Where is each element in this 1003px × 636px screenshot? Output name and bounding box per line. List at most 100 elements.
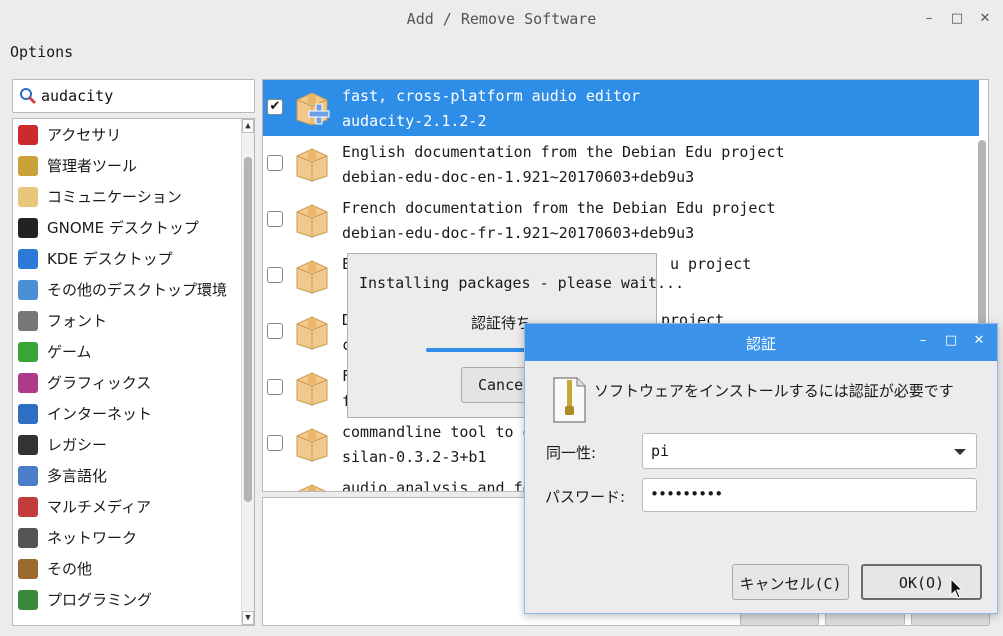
package-icon	[293, 368, 331, 406]
category-label: 多言語化	[47, 467, 108, 485]
cancel-button[interactable]: キャンセル(C)	[732, 564, 849, 600]
package-row[interactable]: ✔ fast, cross-platform audio editor audaci…	[263, 80, 979, 136]
category-scrollbar[interactable]: ▲ ▼	[241, 119, 254, 625]
category-item[interactable]: レガシー	[13, 429, 254, 460]
category-item[interactable]: ネットワーク	[13, 522, 254, 553]
category-item[interactable]: 管理者ツール	[13, 150, 254, 181]
category-label: マルチメディア	[47, 498, 151, 516]
category-label: 管理者ツール	[47, 157, 138, 175]
category-label: その他	[47, 560, 93, 578]
archive-icon	[552, 376, 587, 424]
category-item[interactable]: 多言語化	[13, 460, 254, 491]
package-checkbox[interactable]	[267, 323, 283, 339]
font-icon	[18, 310, 38, 331]
package-icon	[293, 256, 331, 294]
category-item[interactable]: その他のデスクトップ環境	[13, 274, 254, 305]
category-item[interactable]: マルチメディア	[13, 491, 254, 522]
internet-icon	[18, 403, 38, 424]
package-checkbox[interactable]	[267, 267, 283, 283]
mouse-cursor-icon	[950, 578, 964, 599]
window-titlebar: Add / Remove Software – □ ✕	[0, 0, 1003, 38]
search-input[interactable]	[41, 87, 241, 105]
close-button[interactable]: ✕	[971, 333, 987, 348]
category-item[interactable]: グラフィックス	[13, 367, 254, 398]
search-box[interactable]	[12, 79, 255, 113]
legacy-icon	[18, 434, 38, 455]
category-label: レガシー	[47, 436, 108, 454]
menu-options[interactable]: Options	[10, 43, 73, 61]
scroll-thumb[interactable]	[244, 157, 252, 502]
category-label: KDE デスクトップ	[47, 250, 173, 268]
identity-label: 同一性:	[546, 444, 597, 462]
category-label: コミュニケーション	[47, 188, 182, 206]
category-item[interactable]: コミュニケーション	[13, 181, 254, 212]
games-icon	[18, 341, 38, 362]
progress-status: 認証待ち	[471, 314, 532, 332]
password-field[interactable]: •••••••••	[642, 478, 977, 512]
package-id: debian-edu-doc-en-1.921~20170603+deb9u3	[342, 168, 695, 186]
category-item[interactable]: フォント	[13, 305, 254, 336]
localization-icon	[18, 465, 38, 486]
package-checkbox[interactable]	[267, 211, 283, 227]
package-summary: audio analysis and feat	[342, 479, 550, 492]
network-icon	[18, 527, 38, 548]
package-icon	[293, 480, 331, 491]
category-label: グラフィックス	[47, 374, 152, 392]
package-icon	[293, 144, 331, 182]
category-label: インターネット	[47, 405, 153, 423]
communication-icon	[18, 186, 38, 207]
package-checkbox[interactable]	[267, 435, 283, 451]
category-item[interactable]: KDE デスクトップ	[13, 243, 254, 274]
category-item[interactable]: プログラミング	[13, 584, 254, 615]
package-checkbox[interactable]	[267, 155, 283, 171]
category-list: アクセサリ管理者ツールコミュニケーション GNOME デスクトップ KDE デスクト…	[12, 118, 255, 626]
minimize-button[interactable]: –	[921, 11, 937, 26]
category-item[interactable]: ゲーム	[13, 336, 254, 367]
auth-dialog: 認証 – □ ✕ ソフトウェアをインストールするには認証が必要です 同一性: p…	[524, 323, 998, 614]
gnome-icon	[18, 217, 38, 238]
admin-tools-icon	[18, 155, 38, 176]
maximize-button[interactable]: □	[949, 11, 965, 26]
category-label: ネットワーク	[47, 529, 138, 547]
package-summary: commandline tool to det	[342, 423, 550, 441]
package-checkbox[interactable]: ✔	[267, 99, 283, 115]
package-row[interactable]: English documentation from the Debian Ed…	[263, 136, 979, 192]
package-id: debian-edu-doc-fr-1.921~20170603+deb9u3	[342, 224, 695, 242]
package-row[interactable]: French documentation from the Debian Edu…	[263, 192, 979, 248]
chevron-down-icon	[954, 449, 966, 455]
package-summary: fast, cross-platform audio editor	[342, 87, 641, 105]
multimedia-icon	[18, 496, 38, 517]
package-checkbox[interactable]	[267, 379, 283, 395]
category-item[interactable]: アクセサリ	[13, 119, 254, 150]
close-button[interactable]: ✕	[977, 11, 993, 26]
auth-titlebar: 認証 – □ ✕	[525, 324, 997, 361]
package-summary: English documentation from the Debian Ed…	[342, 143, 785, 161]
auth-message: ソフトウェアをインストールするには認証が必要です	[594, 382, 954, 400]
password-label: パスワード:	[545, 488, 626, 506]
category-item[interactable]: インターネット	[13, 398, 254, 429]
scroll-down-arrow-icon[interactable]: ▼	[242, 611, 254, 625]
category-label: ゲーム	[47, 343, 92, 361]
category-label: その他のデスクトップ環境	[47, 281, 228, 299]
category-label: フォント	[47, 312, 108, 330]
accessories-icon	[18, 124, 38, 145]
scroll-up-arrow-icon[interactable]: ▲	[242, 119, 254, 133]
package-checkbox[interactable]	[267, 491, 283, 492]
package-id: silan-0.3.2-3+b1	[342, 448, 487, 466]
category-item[interactable]: GNOME デスクトップ	[13, 212, 254, 243]
package-icon	[293, 424, 331, 462]
category-item[interactable]: その他	[13, 553, 254, 584]
programming-icon	[18, 589, 38, 610]
maximize-button[interactable]: □	[943, 333, 959, 348]
minimize-button[interactable]: –	[915, 333, 931, 348]
category-label: アクセサリ	[47, 126, 122, 144]
identity-value: pi	[651, 442, 670, 460]
category-label: プログラミング	[47, 591, 153, 609]
auth-window-controls: – □ ✕	[915, 333, 987, 348]
other-icon	[18, 558, 38, 579]
identity-select[interactable]: pi	[642, 433, 977, 469]
kde-icon	[18, 248, 38, 269]
desktop-icon	[18, 279, 38, 300]
search-icon	[19, 87, 37, 105]
package-summary: French documentation from the Debian Edu…	[342, 199, 776, 217]
